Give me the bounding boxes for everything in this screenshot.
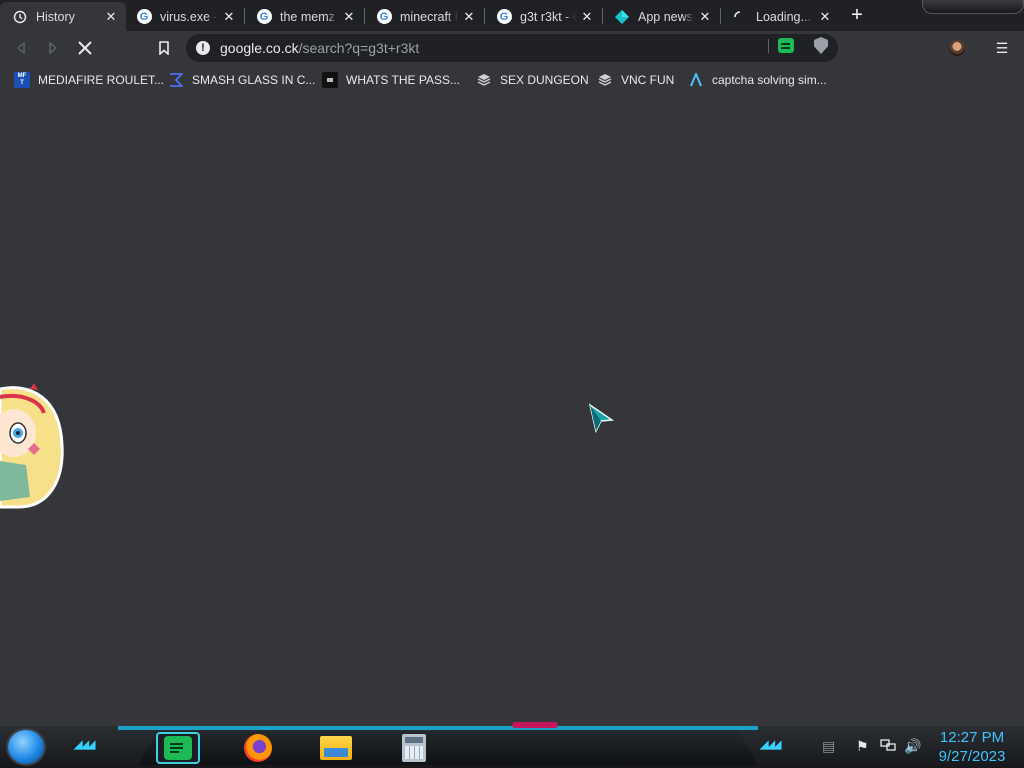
google-icon: G [496,9,512,25]
tab-history[interactable]: History ✕ [0,2,126,31]
tab-strip: History ✕ G virus.exe - Google Search ✕ … [0,0,1024,31]
password-icon [322,72,338,88]
diamond-icon [614,9,630,25]
page-content [0,95,1024,725]
spotify-extension-icon[interactable] [778,38,794,53]
smash-glass-icon [168,72,184,88]
tab-title: App news and reviews [638,9,694,24]
mouse-cursor-icon [588,403,614,433]
tab-title: the memz antivirus - Google [280,9,338,24]
tab-title: minecraft hacks - Google [400,9,458,24]
spotify-icon [164,736,192,760]
mediafire-icon: MF T [14,72,30,88]
bookmark-label: VNC FUN [621,73,675,87]
start-button[interactable] [8,730,44,764]
bookmark-smash-glass[interactable]: SMASH GLASS IN C... [168,71,315,89]
extension-divider [768,39,769,53]
close-icon[interactable]: ✕ [222,9,236,24]
window-frame-decoration [922,0,1024,14]
close-icon[interactable]: ✕ [698,9,712,24]
tab-title: Loading... [756,9,811,24]
toolbar: ! google.co.ck/search?q=g3t+r3kt ☰ [0,31,1024,65]
decorative-chevrons-icon: ◢◢◢ [74,739,95,751]
network-icon[interactable] [880,738,896,755]
bookmark-vnc-fun[interactable]: VNC FUN [597,71,674,89]
close-icon[interactable]: ✕ [462,9,476,24]
bookmark-label: SMASH GLASS IN C... [192,73,316,87]
server-icon [597,72,613,88]
stop-x-icon [78,41,92,55]
back-button[interactable] [10,37,32,59]
bookmark-label: SEX DUNGEON [500,73,589,87]
bookmark-mediafire[interactable]: MF T MEDIAFIRE ROULET... [14,71,164,89]
stop-button[interactable] [74,37,96,59]
address-host: google.co.ck [220,40,299,56]
system-clock[interactable]: 12:27 PM 9/27/2023 [930,728,1014,766]
bookmark-label: MEDIAFIRE ROULET... [38,73,165,87]
bookmark-button[interactable] [153,37,175,59]
taskbar-dock [138,731,758,765]
tab-virus-exe[interactable]: G virus.exe - Google Search ✕ [124,2,244,31]
bookmark-icon [159,41,169,55]
cartoon-character-sticker [0,383,64,509]
decorative-chevrons-icon: ◢◢◢ [760,739,781,751]
folder-icon [320,736,352,760]
close-icon[interactable]: ✕ [104,9,118,24]
tab-title: History [36,9,75,24]
tab-loading[interactable]: Loading... ✕ [720,2,840,31]
google-icon: G [256,9,272,25]
taskbar-calculator[interactable] [392,732,436,764]
volume-icon[interactable]: 🔊 [904,738,921,755]
bookmark-label: captcha solving sim... [712,73,827,87]
taskbar-accent [118,726,758,730]
tab-minecraft[interactable]: G minecraft hacks - Google ✕ [364,2,484,31]
bookmark-label: WHATS THE PASS... [346,73,461,87]
taskbar-spotify[interactable] [156,732,200,764]
taskbar-accent-pink [512,722,558,728]
taskbar-firefox[interactable] [236,732,280,764]
profile-avatar[interactable] [949,40,965,56]
address-text[interactable]: google.co.ck/search?q=g3t+r3kt [220,40,419,56]
site-info-icon[interactable]: ! [196,41,210,55]
show-hidden-icons-button[interactable]: ▤ [822,738,835,755]
forward-button[interactable] [42,37,64,59]
google-icon: G [136,9,152,25]
address-path: /search?q=g3t+r3kt [298,40,420,56]
tab-title: virus.exe - Google Search [160,9,218,24]
tab-g3t-r3kt[interactable]: G g3t r3kt - Google Search ✕ [484,2,602,31]
bookmark-whats-the-pass[interactable]: WHATS THE PASS... [322,71,460,89]
loading-spinner-icon [732,9,748,25]
taskbar-file-explorer[interactable] [314,732,358,764]
close-icon[interactable]: ✕ [818,9,832,24]
new-tab-button[interactable]: + [846,5,868,27]
google-icon: G [376,9,392,25]
server-icon [476,72,492,88]
close-icon[interactable]: ✕ [580,9,594,24]
back-arrow-icon [16,42,25,54]
calculator-icon [402,734,426,762]
bookmark-sex-dungeon[interactable]: SEX DUNGEON [476,71,589,89]
bookmark-captcha[interactable]: captcha solving sim... [688,71,827,89]
captcha-icon [688,72,704,88]
history-icon [12,9,28,25]
tab-title: g3t r3kt - Google Search [520,9,576,24]
bookmarks-bar: MF T MEDIAFIRE ROULET... SMASH GLASS IN … [0,65,1024,95]
close-icon[interactable]: ✕ [342,9,356,24]
action-center-flag-icon[interactable]: ⚑ [856,738,869,755]
clock-date: 9/27/2023 [938,748,1006,765]
clock-time: 12:27 PM [939,729,1005,746]
address-bar[interactable]: ! google.co.ck/search?q=g3t+r3kt [186,34,838,62]
forward-arrow-icon [49,42,58,54]
firefox-icon [244,734,272,762]
menu-icon[interactable]: ☰ [994,40,1010,56]
tab-app-news[interactable]: App news and reviews ✕ [602,2,720,31]
tab-memz[interactable]: G the memz antivirus - Google ✕ [244,2,364,31]
taskbar: ◢◢◢ ◢◢◢ ▤ ⚑ 🔊 12:27 PM 9/27/2023 [0,722,1024,768]
